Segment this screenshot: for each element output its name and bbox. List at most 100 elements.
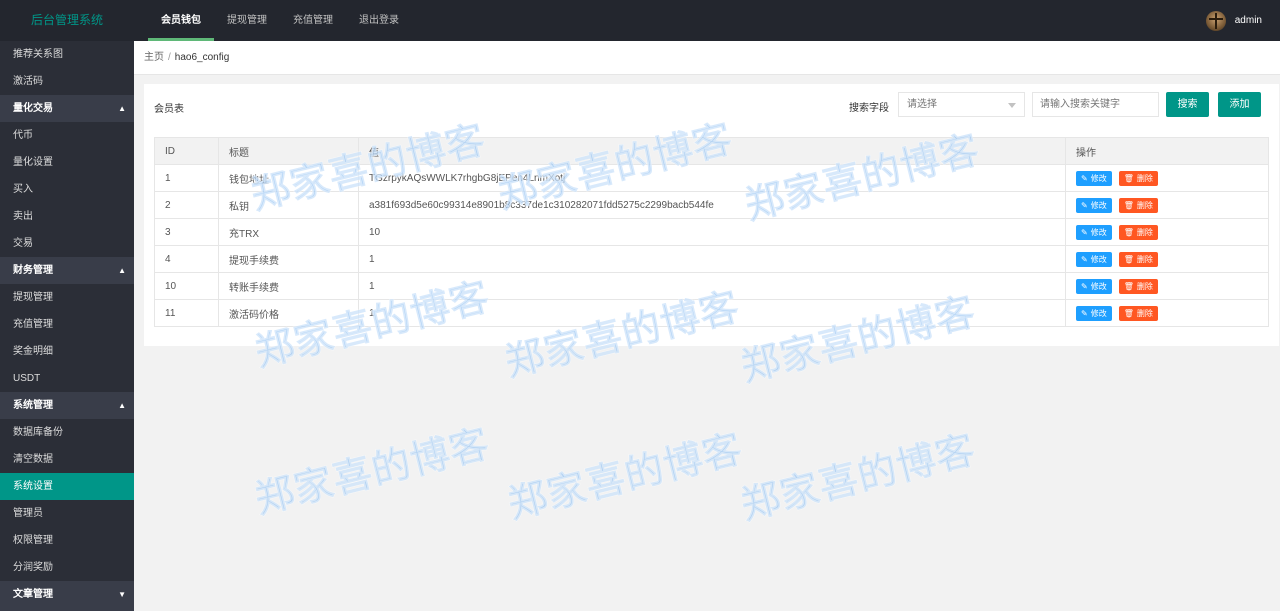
- sidebar-item-0[interactable]: 推荐关系图: [0, 41, 134, 68]
- sidebar-item-label: 奖金明细: [13, 346, 53, 357]
- sidebar-item-11[interactable]: 奖金明细: [0, 338, 134, 365]
- cell-title: 提现手续费: [218, 245, 359, 273]
- edit-label: 修改: [1090, 227, 1107, 237]
- edit-button[interactable]: ✎ 修改: [1076, 170, 1112, 186]
- watermark-text: 郑家喜的博客: [736, 427, 981, 530]
- breadcrumb-separator: /: [168, 52, 171, 63]
- chevron-down-icon: [1008, 103, 1016, 108]
- cell-title: 私钥: [218, 191, 359, 219]
- sidebar-item-19[interactable]: 分润奖励: [0, 554, 134, 581]
- edit-button[interactable]: ✎ 修改: [1076, 305, 1112, 321]
- cell-actions: ✎ 修改 🗑 删除: [1065, 191, 1269, 219]
- sidebar-item-18[interactable]: 权限管理: [0, 527, 134, 554]
- cell-value: 1: [358, 299, 1066, 327]
- table-row: 2 私钥 a381f693d5e60c99314e8901b8c337de1c310…: [154, 191, 1269, 219]
- cell-id: 2: [154, 191, 219, 219]
- sidebar-item-12[interactable]: USDT: [0, 365, 134, 392]
- sidebar-item-label: 卖出: [13, 211, 33, 222]
- add-button[interactable]: 添加: [1218, 92, 1261, 117]
- sidebar-item-label: 系统管理: [13, 400, 53, 411]
- cell-id: 11: [154, 299, 219, 327]
- sidebar-item-9[interactable]: 提现管理: [0, 284, 134, 311]
- edit-button[interactable]: ✎ 修改: [1076, 197, 1112, 213]
- sidebar-group-2[interactable]: 量化交易 ▲: [0, 95, 134, 122]
- delete-label: 删除: [1136, 308, 1153, 318]
- sidebar-group-20[interactable]: 文章管理 ▼: [0, 581, 134, 608]
- sidebar-item-1[interactable]: 激活码: [0, 68, 134, 95]
- delete-button[interactable]: 🗑 删除: [1118, 170, 1158, 186]
- trash-icon: 🗑: [1123, 254, 1134, 264]
- breadcrumb-home[interactable]: 主页: [144, 52, 164, 63]
- table-row: 10 转账手续费 1 ✎ 修改 🗑 删除: [154, 272, 1269, 300]
- pencil-icon: ✎: [1081, 200, 1088, 210]
- cell-value: 1: [358, 272, 1066, 300]
- cell-title: 转账手续费: [218, 272, 359, 300]
- sidebar-item-6[interactable]: 卖出: [0, 203, 134, 230]
- user-menu[interactable]: admin: [1205, 0, 1262, 41]
- table-header-row: ID 标题 值 操作: [154, 137, 1269, 165]
- delete-label: 删除: [1136, 254, 1153, 264]
- column-header-id: ID: [154, 137, 219, 165]
- top-nav-tab-1[interactable]: 提现管理: [214, 0, 280, 41]
- delete-button[interactable]: 🗑 删除: [1118, 305, 1158, 321]
- top-nav-tab-3[interactable]: 退出登录: [346, 0, 412, 41]
- cell-id: 4: [154, 245, 219, 273]
- sidebar-item-4[interactable]: 量化设置: [0, 149, 134, 176]
- sidebar-item-14[interactable]: 数据库备份: [0, 419, 134, 446]
- trash-icon: 🗑: [1123, 308, 1134, 318]
- sidebar: 推荐关系图 激活码 量化交易 ▲ 代币 量化设置 买入 卖出 交易 财务管理 ▲ 提现管理 充值管理 奖金…: [0, 41, 134, 611]
- chevron-down-icon: ▼: [118, 590, 126, 599]
- sidebar-item-label: 买入: [13, 184, 33, 195]
- table-row: 3 充TRX 10 ✎ 修改 🗑 删除: [154, 218, 1269, 246]
- sidebar-item-3[interactable]: 代币: [0, 122, 134, 149]
- keyword-search-input[interactable]: [1032, 92, 1159, 117]
- breadcrumb-current: hao6_config: [174, 52, 230, 63]
- delete-button[interactable]: 🗑 删除: [1118, 278, 1158, 294]
- sidebar-item-label: 管理员: [13, 508, 43, 519]
- sidebar-item-label: 财务管理: [13, 265, 53, 276]
- cell-actions: ✎ 修改 🗑 删除: [1065, 272, 1269, 300]
- app-logo-title[interactable]: 后台管理系统: [0, 0, 134, 41]
- delete-button[interactable]: 🗑 删除: [1118, 251, 1158, 267]
- sidebar-item-10[interactable]: 充值管理: [0, 311, 134, 338]
- search-button[interactable]: 搜索: [1166, 92, 1209, 117]
- trash-icon: 🗑: [1123, 173, 1134, 183]
- column-header-actions: 操作: [1065, 137, 1269, 165]
- watermark-text: 郑家喜的博客: [503, 426, 748, 529]
- sidebar-item-16[interactable]: 系统设置: [0, 473, 134, 500]
- edit-button[interactable]: ✎ 修改: [1076, 251, 1112, 267]
- sidebar-item-label: 文章管理: [13, 589, 53, 600]
- chevron-up-icon: ▲: [118, 401, 126, 410]
- sidebar-item-5[interactable]: 买入: [0, 176, 134, 203]
- top-nav-tab-2[interactable]: 充值管理: [280, 0, 346, 41]
- sidebar-item-label: 数据库备份: [13, 427, 63, 438]
- edit-label: 修改: [1090, 254, 1107, 264]
- delete-button[interactable]: 🗑 删除: [1118, 197, 1158, 213]
- delete-label: 删除: [1136, 173, 1153, 183]
- sidebar-item-label: USDT: [13, 373, 41, 384]
- cell-title: 激活码价格: [218, 299, 359, 327]
- sidebar-item-15[interactable]: 清空数据: [0, 446, 134, 473]
- sidebar-item-label: 提现管理: [13, 292, 53, 303]
- edit-button[interactable]: ✎ 修改: [1076, 278, 1112, 294]
- edit-button[interactable]: ✎ 修改: [1076, 224, 1112, 240]
- cell-id: 3: [154, 218, 219, 246]
- top-nav-tab-0[interactable]: 会员钱包: [148, 0, 214, 41]
- sidebar-item-17[interactable]: 管理员: [0, 500, 134, 527]
- trash-icon: 🗑: [1123, 200, 1134, 210]
- avatar-icon[interactable]: [1205, 10, 1226, 31]
- search-field-select[interactable]: 请选择: [898, 92, 1025, 117]
- cell-actions: ✎ 修改 🗑 删除: [1065, 245, 1269, 273]
- cell-actions: ✎ 修改 🗑 删除: [1065, 218, 1269, 246]
- cell-value: 1: [358, 245, 1066, 273]
- edit-label: 修改: [1090, 281, 1107, 291]
- pencil-icon: ✎: [1081, 308, 1088, 318]
- sidebar-group-13[interactable]: 系统管理 ▲: [0, 392, 134, 419]
- edit-label: 修改: [1090, 200, 1107, 210]
- edit-label: 修改: [1090, 173, 1107, 183]
- sidebar-group-8[interactable]: 财务管理 ▲: [0, 257, 134, 284]
- delete-button[interactable]: 🗑 删除: [1118, 224, 1158, 240]
- username[interactable]: admin: [1235, 15, 1262, 26]
- delete-label: 删除: [1136, 200, 1153, 210]
- sidebar-item-7[interactable]: 交易: [0, 230, 134, 257]
